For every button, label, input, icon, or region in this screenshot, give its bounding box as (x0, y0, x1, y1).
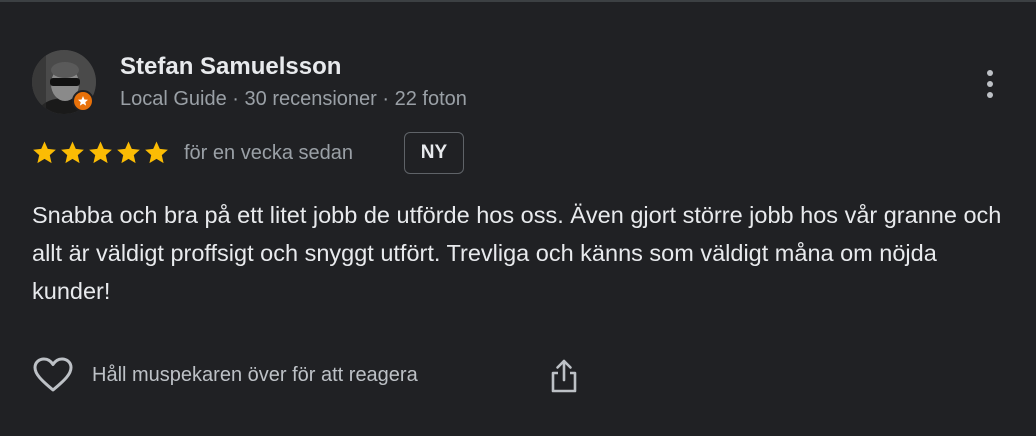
review-text: Snabba och bra på ett litet jobb de utfö… (32, 202, 1002, 304)
author-name[interactable]: Stefan Samuelsson (120, 53, 341, 81)
share-button[interactable] (546, 356, 582, 396)
local-guide-badge (72, 90, 94, 112)
share-icon (551, 359, 577, 393)
star-icon (115, 139, 142, 166)
star-icon (87, 139, 114, 166)
star-icon (59, 139, 86, 166)
author-avatar[interactable] (32, 50, 96, 114)
heart-outline-icon (33, 357, 73, 392)
author-meta: Local Guide · 30 recensioner · 22 foton (120, 88, 467, 110)
more-vertical-icon (987, 70, 993, 76)
react-hint: Håll muspekaren över för att reagera (92, 364, 418, 386)
star-icon (31, 139, 58, 166)
new-badge: NY (404, 132, 464, 174)
review-time: för en vecka sedan (184, 142, 353, 164)
star-rating (31, 139, 170, 166)
like-button[interactable] (32, 356, 74, 394)
more-options-button[interactable] (970, 62, 1010, 106)
local-guide-star-icon (78, 96, 88, 106)
review-card: Stefan Samuelsson Local Guide · 30 recen… (0, 0, 1036, 436)
star-icon (143, 139, 170, 166)
